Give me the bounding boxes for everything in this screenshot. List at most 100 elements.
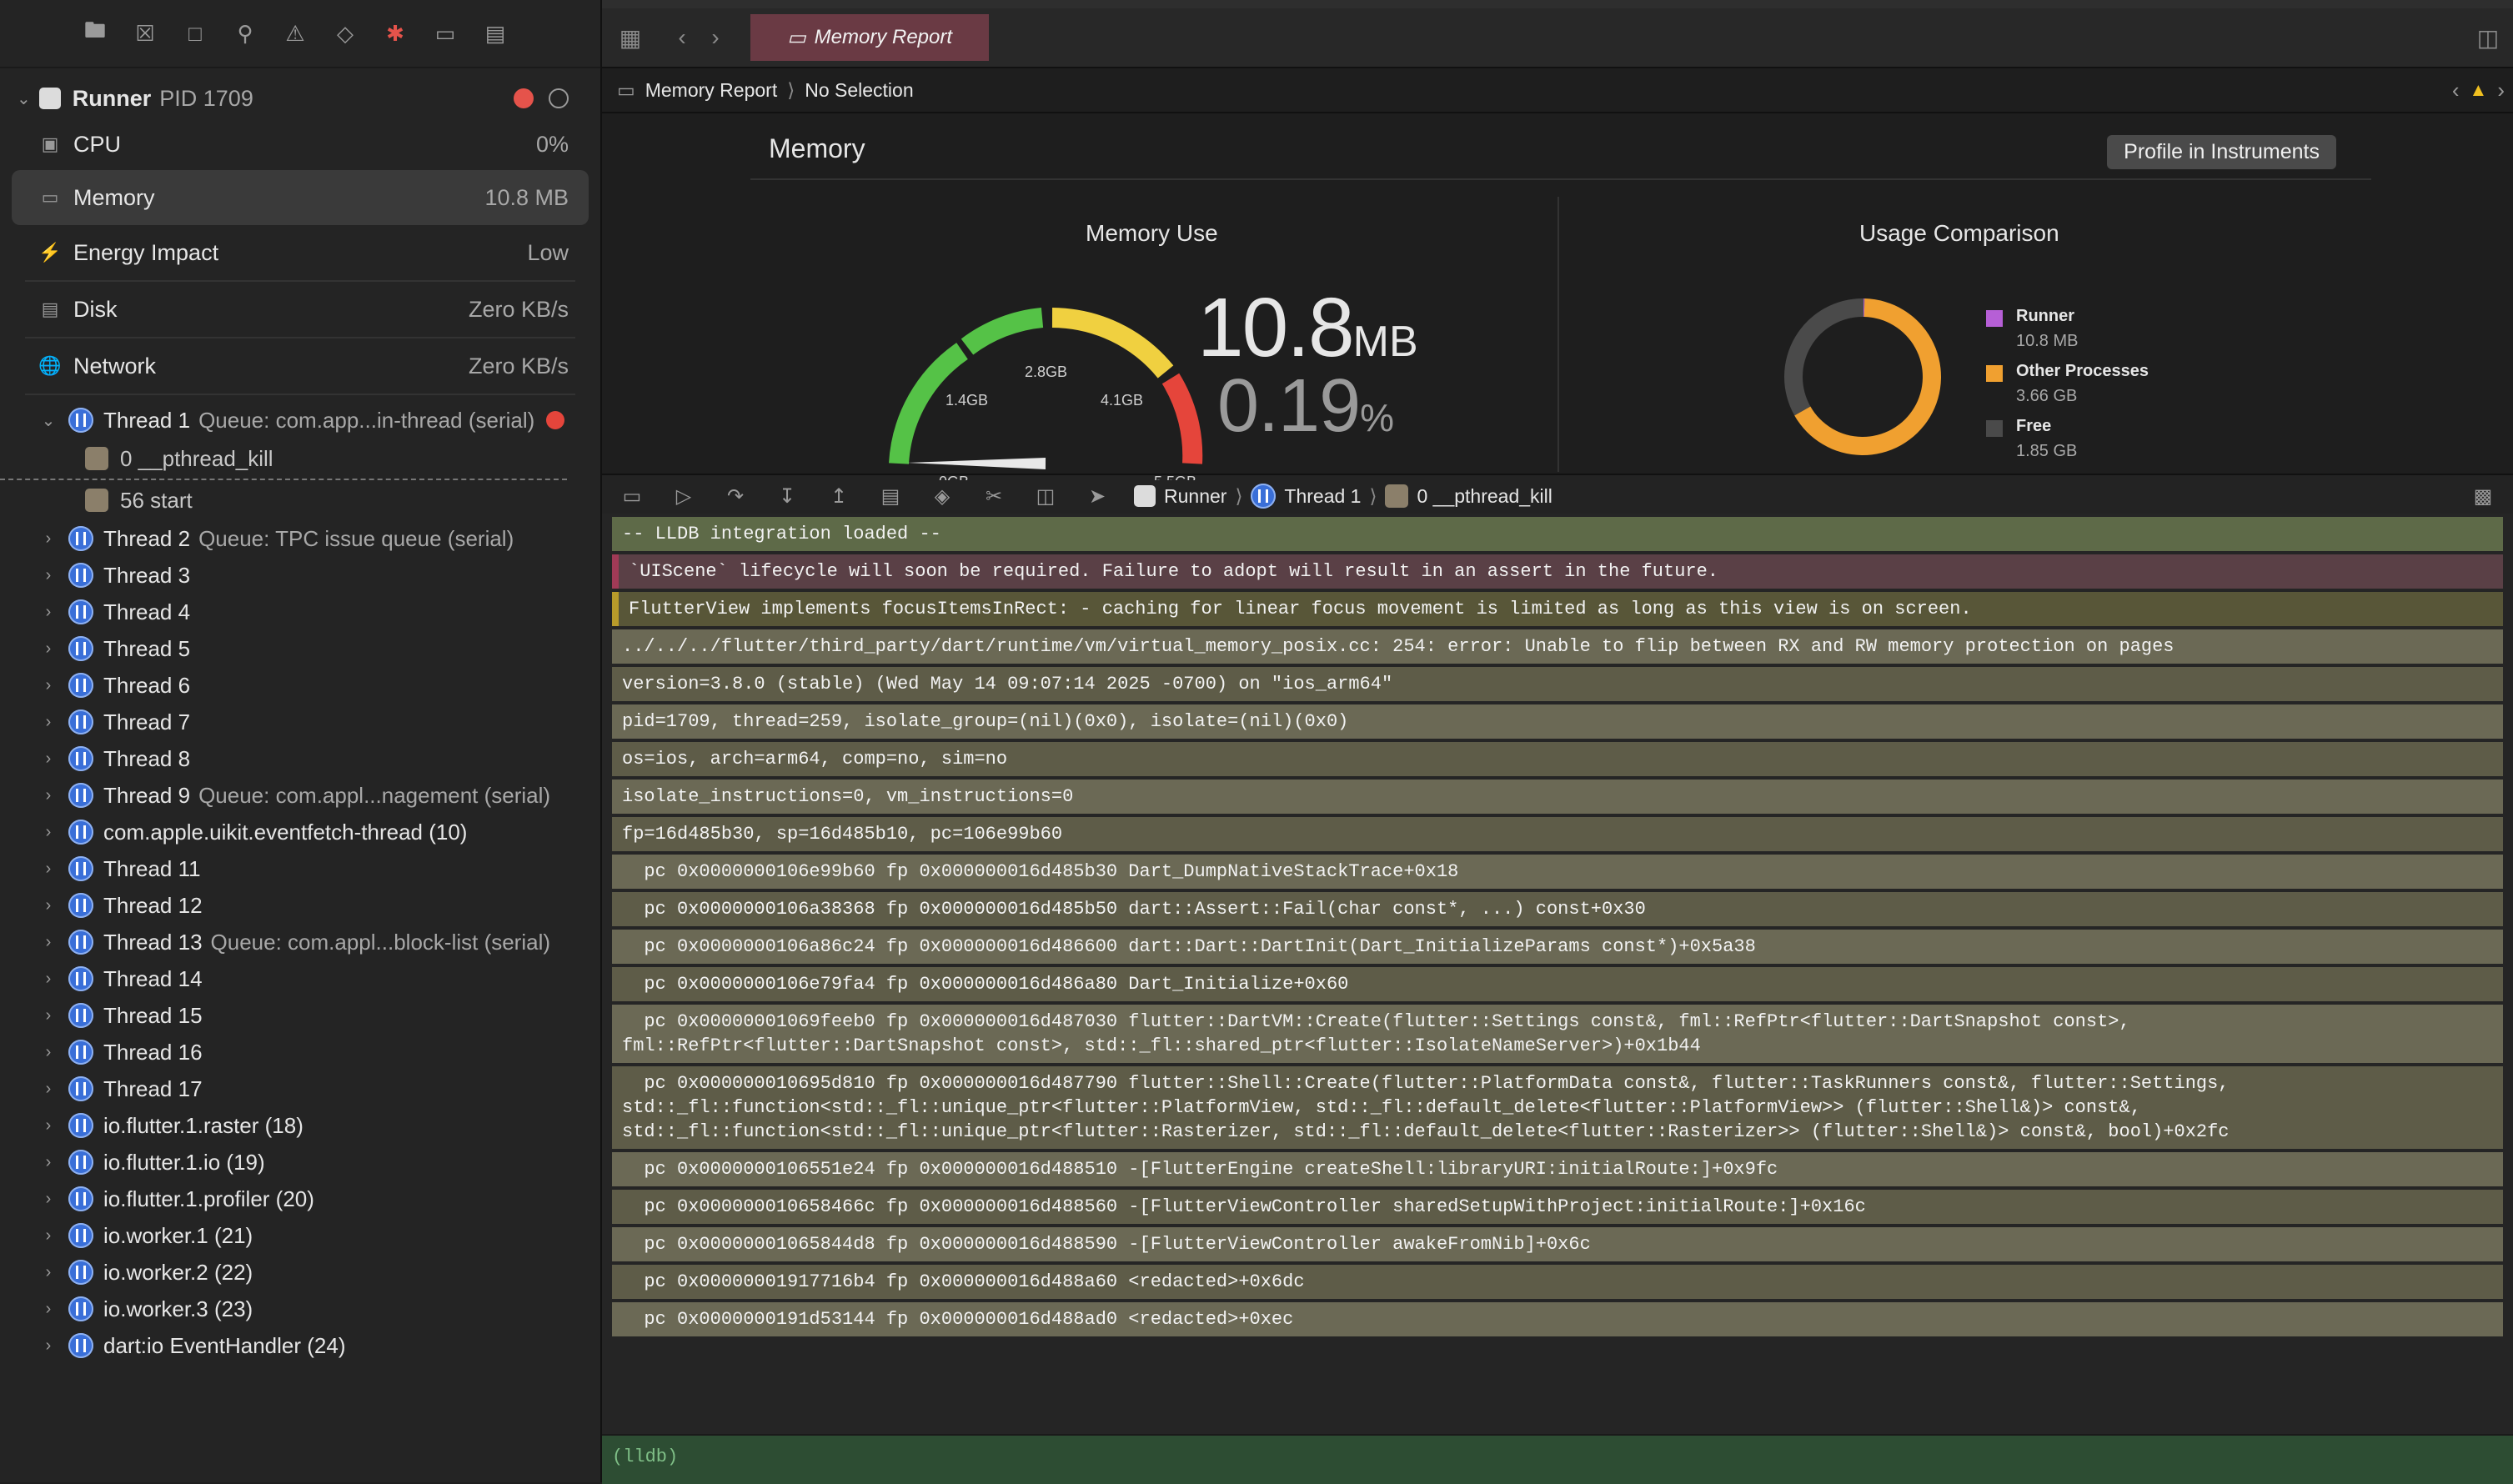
thread-row[interactable]: › io.flutter.1.raster (18) bbox=[0, 1107, 600, 1144]
thread-row[interactable]: › io.worker.3 (23) bbox=[0, 1291, 600, 1327]
thread-row[interactable]: › Thread 17 bbox=[0, 1070, 600, 1107]
stack-frame[interactable]: 56 start bbox=[0, 480, 567, 520]
step-out-icon[interactable]: ↥ bbox=[824, 484, 854, 509]
thread-row[interactable]: › io.worker.2 (22) bbox=[0, 1254, 600, 1291]
chevron-right-icon[interactable]: › bbox=[38, 1300, 58, 1319]
debug-navigator-icon[interactable]: ✱ bbox=[380, 18, 410, 48]
percent-unit: % bbox=[1360, 396, 1394, 439]
chevron-right-icon[interactable]: › bbox=[38, 1080, 58, 1099]
breakpoint-icon[interactable]: ▭ bbox=[430, 18, 460, 48]
chevron-right-icon[interactable]: › bbox=[38, 1226, 58, 1246]
thread-row[interactable]: › Thread 4 bbox=[0, 594, 600, 630]
gauge-network[interactable]: 🌐 Network Zero KB/s bbox=[0, 338, 600, 394]
warning-icon[interactable]: ▲ bbox=[2470, 79, 2488, 101]
chevron-right-icon[interactable]: › bbox=[38, 676, 58, 695]
continue-icon[interactable]: ▷ bbox=[669, 484, 699, 509]
pause-icon[interactable] bbox=[549, 88, 569, 108]
process-row[interactable]: ⌄ Runner PID 1709 bbox=[0, 78, 600, 118]
chevron-right-icon[interactable]: › bbox=[38, 896, 58, 915]
console-line: pc 0x00000001065844d8 fp 0x000000016d488… bbox=[612, 1227, 2503, 1261]
gauge-memory[interactable]: ▭ Memory 10.8 MB bbox=[12, 170, 589, 225]
chevron-right-icon[interactable]: › bbox=[38, 823, 58, 842]
hide-panel-icon[interactable]: ▩ bbox=[2468, 484, 2498, 509]
stack-frame[interactable]: 0 __pthread_kill bbox=[0, 439, 567, 480]
debug-frame[interactable]: 0 __pthread_kill bbox=[1417, 485, 1552, 508]
debug-thread[interactable]: Thread 1 bbox=[1284, 485, 1361, 508]
step-into-icon[interactable]: ↧ bbox=[772, 484, 802, 509]
breadcrumb-item[interactable]: No Selection bbox=[805, 79, 913, 102]
step-over-icon[interactable]: ↷ bbox=[720, 484, 750, 509]
thread-row[interactable]: › Thread 3 bbox=[0, 557, 600, 594]
bookmark-icon[interactable]: □ bbox=[180, 18, 210, 48]
memory-graph-icon[interactable]: ◈ bbox=[927, 484, 957, 509]
thread-row[interactable]: › io.flutter.1.profiler (20) bbox=[0, 1181, 600, 1217]
gauge-disk[interactable]: ▤ Disk Zero KB/s bbox=[0, 282, 600, 337]
chevron-right-icon[interactable]: › bbox=[38, 1116, 58, 1136]
profile-in-instruments-button[interactable]: Profile in Instruments bbox=[2107, 135, 2336, 169]
thread-row[interactable]: › Thread 8 bbox=[0, 740, 600, 777]
chevron-right-icon[interactable]: › bbox=[38, 1043, 58, 1062]
thread-row[interactable]: › Thread 12 bbox=[0, 887, 600, 924]
thread-row[interactable]: › Thread 7 bbox=[0, 704, 600, 740]
search-icon[interactable]: ⚲ bbox=[230, 18, 260, 48]
chevron-right-icon[interactable]: › bbox=[38, 750, 58, 769]
thread-row[interactable]: › Thread 11 bbox=[0, 850, 600, 887]
chevron-right-icon[interactable]: › bbox=[38, 1336, 58, 1356]
chevron-right-icon[interactable]: › bbox=[38, 970, 58, 989]
thread-icon bbox=[68, 563, 93, 588]
thread-row[interactable]: › io.flutter.1.io (19) bbox=[0, 1144, 600, 1181]
console-output[interactable]: -- LLDB integration loaded -- `UIScene` l… bbox=[602, 514, 2513, 1434]
thread-row[interactable]: ⌄ Thread 1 Queue: com.app...in-thread (ser… bbox=[0, 402, 600, 439]
gauge-energy[interactable]: ⚡ Energy Impact Low bbox=[0, 225, 600, 280]
back-icon[interactable]: ‹ bbox=[665, 21, 699, 54]
thread-row[interactable]: › Thread 13 Queue: com.appl...block-list (… bbox=[0, 924, 600, 960]
chevron-right-icon[interactable]: › bbox=[38, 1006, 58, 1025]
chevron-right-icon[interactable]: › bbox=[38, 639, 58, 659]
chevron-right-icon[interactable]: › bbox=[38, 1263, 58, 1282]
breadcrumb-item[interactable]: Memory Report bbox=[645, 79, 777, 102]
gauge-cpu[interactable]: ▣ CPU 0% bbox=[0, 118, 600, 170]
memory-gauge: 0GB 1.4GB 2.8GB 4.1GB 5.5GB bbox=[889, 308, 1203, 480]
thread-row[interactable]: › Thread 16 bbox=[0, 1034, 600, 1070]
usage-comparison-title: Usage Comparison bbox=[1859, 220, 2059, 246]
chevron-right-icon[interactable]: › bbox=[38, 1153, 58, 1172]
source-control-icon[interactable]: ☒ bbox=[130, 18, 160, 48]
next-issue-icon[interactable]: › bbox=[2497, 78, 2505, 103]
chevron-right-icon[interactable]: › bbox=[38, 860, 58, 879]
view-hierarchy-icon[interactable]: ▤ bbox=[875, 484, 905, 509]
test-icon[interactable]: ◇ bbox=[330, 18, 360, 48]
thread-row[interactable]: › Thread 14 bbox=[0, 960, 600, 997]
toggle-console-icon[interactable]: ▭ bbox=[617, 484, 647, 509]
split-editor-icon[interactable]: ◫ bbox=[2471, 21, 2505, 54]
chevron-down-icon[interactable]: ⌄ bbox=[38, 410, 58, 431]
chevron-right-icon[interactable]: › bbox=[38, 603, 58, 622]
thread-row[interactable]: › Thread 15 bbox=[0, 997, 600, 1034]
prev-issue-icon[interactable]: ‹ bbox=[2452, 78, 2460, 103]
thread-row[interactable]: › Thread 2 Queue: TPC issue queue (serial) bbox=[0, 520, 600, 557]
simulate-icon[interactable]: ◫ bbox=[1031, 484, 1061, 509]
thread-row[interactable]: › com.apple.uikit.eventfetch-thread (10) bbox=[0, 814, 600, 850]
environment-icon[interactable]: ✂ bbox=[979, 484, 1009, 509]
report-icon[interactable]: ▤ bbox=[480, 18, 510, 48]
thread-row[interactable]: › Thread 9 Queue: com.appl...nagement (ser… bbox=[0, 777, 600, 814]
chevron-right-icon[interactable]: › bbox=[38, 786, 58, 805]
chevron-right-icon[interactable]: › bbox=[38, 566, 58, 585]
chevron-right-icon[interactable]: › bbox=[38, 713, 58, 732]
chevron-right-icon[interactable]: › bbox=[38, 1190, 58, 1209]
chevron-right-icon[interactable]: › bbox=[38, 529, 58, 549]
grid-icon[interactable]: ▦ bbox=[614, 21, 647, 54]
debug-process[interactable]: Runner bbox=[1164, 485, 1226, 508]
tab-memory-report[interactable]: ▭ Memory Report bbox=[750, 14, 989, 61]
frame-icon bbox=[85, 447, 108, 470]
thread-row[interactable]: › dart:io EventHandler (24) bbox=[0, 1327, 600, 1364]
thread-row[interactable]: › io.worker.1 (21) bbox=[0, 1217, 600, 1254]
lldb-prompt[interactable]: (lldb) bbox=[602, 1434, 2513, 1484]
location-icon[interactable]: ➤ bbox=[1082, 484, 1112, 509]
chevron-down-icon[interactable]: ⌄ bbox=[17, 88, 31, 109]
folder-icon[interactable]: 🖿 bbox=[80, 18, 110, 48]
thread-row[interactable]: › Thread 5 bbox=[0, 630, 600, 667]
forward-icon[interactable]: › bbox=[699, 21, 732, 54]
warning-icon[interactable]: ⚠ bbox=[280, 18, 310, 48]
thread-row[interactable]: › Thread 6 bbox=[0, 667, 600, 704]
chevron-right-icon[interactable]: › bbox=[38, 933, 58, 952]
